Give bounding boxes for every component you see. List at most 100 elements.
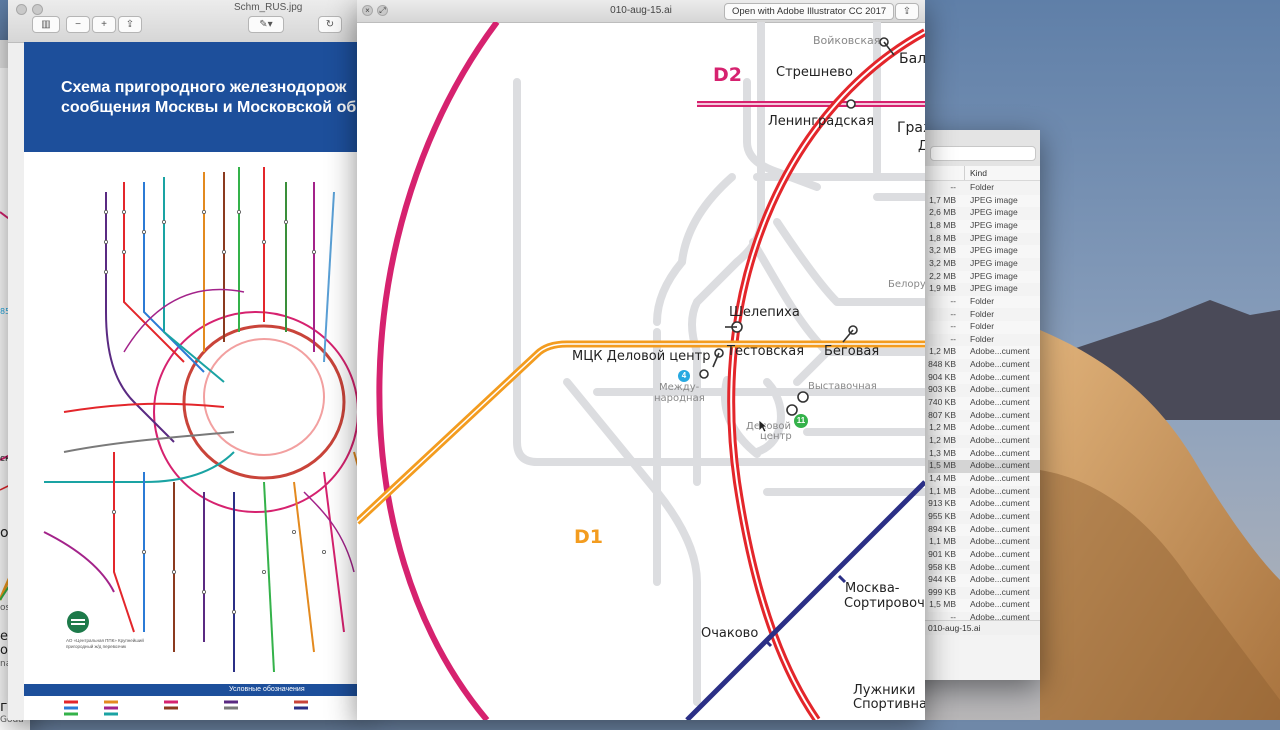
file-kind: JPEG image bbox=[970, 194, 1018, 205]
file-kind: Adobe...cument bbox=[970, 498, 1030, 509]
search-field[interactable] bbox=[930, 146, 1036, 161]
poster-footer-text: АО «Центральная ППК» Крупнейший пригород… bbox=[66, 638, 144, 649]
file-kind: Adobe...cument bbox=[970, 435, 1030, 445]
station-ochakovo: Очаково bbox=[701, 626, 759, 641]
file-kind: JPEG image bbox=[970, 283, 1018, 294]
finder-row[interactable]: 3,2 MB JPEG image bbox=[928, 245, 1040, 258]
finder-row[interactable]: 1,8 MB JPEG image bbox=[928, 219, 1040, 233]
close-button[interactable]: × bbox=[362, 5, 373, 16]
finder-row[interactable]: 1,1 MB Adobe...cument bbox=[928, 486, 1040, 499]
finder-row[interactable]: 807 KB Adobe...cument bbox=[928, 410, 1040, 423]
finder-row[interactable]: 955 KB Adobe...cument bbox=[928, 511, 1040, 524]
finder-row[interactable]: -- Folder bbox=[928, 295, 1040, 309]
finder-row[interactable]: 904 KB Adobe...cument bbox=[928, 371, 1040, 385]
finder-row[interactable]: 903 KB Adobe...cument bbox=[928, 384, 1040, 397]
minimize-button[interactable] bbox=[32, 4, 43, 15]
share-button[interactable]: ⇪ bbox=[895, 3, 919, 20]
finder-row[interactable]: 901 KB Adobe...cument bbox=[928, 548, 1040, 562]
file-size: -- bbox=[950, 182, 956, 192]
finder-row[interactable]: -- Folder bbox=[928, 309, 1040, 322]
suburban-rail-scheme bbox=[43, 167, 368, 673]
station-luzhniki-1: Лужники bbox=[853, 683, 916, 698]
poster: Схема пригородного железнодорож сообщени… bbox=[24, 42, 368, 720]
file-size: 1,3 MB bbox=[929, 447, 956, 458]
file-size: 1,4 MB bbox=[929, 472, 956, 483]
station-mezhdu-1: Между- bbox=[659, 382, 700, 393]
file-kind: JPEG image bbox=[970, 245, 1018, 256]
finder-row[interactable]: -- Folder bbox=[928, 321, 1040, 334]
finder-row[interactable]: 848 KB Adobe...cument bbox=[928, 359, 1040, 372]
finder-row[interactable]: 1,7 MB JPEG image bbox=[928, 194, 1040, 208]
file-kind: JPEG image bbox=[970, 270, 1018, 281]
finder-row[interactable]: 1,2 MB Adobe...cument bbox=[928, 435, 1040, 448]
station-voykovskaya: Войковская bbox=[813, 34, 881, 47]
file-kind: Adobe...cument bbox=[970, 485, 1030, 496]
fullscreen-button[interactable]: ⤢ bbox=[377, 5, 388, 16]
preview-window: ▥ − + ⇪ Schm_RUS.jpg ✎▾ ↻ Схема пригород… bbox=[8, 0, 368, 720]
finder-row[interactable]: 1,2 MB Adobe...cument bbox=[928, 346, 1040, 360]
finder-file-list: -- Folder 1,7 MB JPEG image 2,6 MB JPEG image… bbox=[928, 182, 1040, 622]
d2-line-label: D2 bbox=[713, 64, 742, 86]
finder-row[interactable]: 958 KB Adobe...cument bbox=[928, 562, 1040, 575]
station-begovaya: Беговая bbox=[824, 344, 880, 359]
file-size: 944 KB bbox=[928, 574, 956, 585]
kind-column-header[interactable]: Kind bbox=[970, 168, 987, 178]
finder-row[interactable]: 1,3 MB Adobe...cument bbox=[928, 447, 1040, 461]
file-size: 1,1 MB bbox=[929, 536, 956, 547]
file-size: 894 KB bbox=[928, 523, 956, 534]
file-kind: Adobe...cument bbox=[970, 510, 1030, 521]
file-kind: Adobe...cument bbox=[970, 384, 1030, 395]
preview-titlebar: ▥ − + ⇪ Schm_RUS.jpg ✎▾ ↻ bbox=[8, 0, 368, 43]
station-leningradskaya: Ленинградская bbox=[768, 114, 875, 129]
file-kind: Adobe...cument bbox=[970, 460, 1030, 471]
finder-row[interactable]: 944 KB Adobe...cument bbox=[928, 574, 1040, 587]
open-with-illustrator-button[interactable]: Open with Adobe Illustrator CC 2017 bbox=[724, 3, 895, 20]
finder-row[interactable]: 3,2 MB JPEG image bbox=[928, 258, 1040, 271]
file-size: 1,5 MB bbox=[929, 460, 956, 471]
file-size: 1,5 MB bbox=[929, 599, 956, 610]
finder-row[interactable]: 1,4 MB Adobe...cument bbox=[928, 472, 1040, 486]
zoom-out-button[interactable]: − bbox=[66, 16, 90, 33]
quicklook-window: × ⤢ 010-aug-15.ai Open with Adobe Illust… bbox=[357, 0, 925, 720]
file-kind: Adobe...cument bbox=[970, 548, 1030, 559]
legend-bar bbox=[24, 684, 368, 696]
poster-header bbox=[24, 42, 368, 152]
file-kind: JPEG image bbox=[970, 232, 1018, 243]
file-kind: Adobe...cument bbox=[970, 397, 1030, 408]
finder-row[interactable]: -- Folder bbox=[928, 334, 1040, 347]
finder-row[interactable]: 1,2 MB Adobe...cument bbox=[928, 422, 1040, 435]
finder-row[interactable]: 740 KB Adobe...cument bbox=[928, 397, 1040, 410]
close-button[interactable] bbox=[16, 4, 27, 15]
file-kind: Adobe...cument bbox=[970, 523, 1030, 534]
file-size: 1,2 MB bbox=[929, 435, 956, 445]
finder-row[interactable]: 1,5 MB Adobe...cument bbox=[928, 460, 1040, 473]
station-belor: Белору bbox=[888, 279, 925, 290]
markup-button[interactable]: ✎▾ bbox=[248, 16, 284, 33]
sidebar-toggle-button[interactable]: ▥ bbox=[32, 16, 60, 33]
file-size: 904 KB bbox=[928, 371, 956, 382]
finder-row[interactable]: 2,6 MB JPEG image bbox=[928, 207, 1040, 220]
finder-row[interactable]: 2,2 MB JPEG image bbox=[928, 270, 1040, 284]
station-mezhdu-2: народная bbox=[654, 393, 705, 404]
station-moskva-sort-2: Сортировоч bbox=[844, 596, 925, 611]
finder-row[interactable]: 894 KB Adobe...cument bbox=[928, 523, 1040, 537]
file-size: 848 KB bbox=[928, 359, 956, 370]
d1-line-label: D1 bbox=[574, 526, 603, 548]
zoom-in-button[interactable]: + bbox=[92, 16, 116, 33]
legend-swatches bbox=[64, 700, 308, 716]
finder-row[interactable]: 1,1 MB Adobe...cument bbox=[928, 536, 1040, 549]
finder-row[interactable]: 913 KB Adobe...cument bbox=[928, 498, 1040, 511]
file-size: 1,1 MB bbox=[929, 485, 956, 496]
rotate-button[interactable]: ↻ bbox=[318, 16, 342, 33]
share-button[interactable]: ⇪ bbox=[118, 16, 142, 33]
station-bal: Бал bbox=[899, 51, 925, 67]
legend-title: Условные обозначения bbox=[229, 686, 305, 693]
poster-title-line-1: Схема пригородного железнодорож bbox=[61, 79, 347, 96]
finder-row[interactable]: 1,9 MB JPEG image bbox=[928, 283, 1040, 296]
finder-row[interactable]: 1,8 MB JPEG image bbox=[928, 233, 1040, 246]
finder-row[interactable]: -- Folder bbox=[928, 182, 1040, 195]
finder-row[interactable]: 999 KB Adobe...cument bbox=[928, 587, 1040, 600]
finder-row[interactable]: 1,5 MB Adobe...cument bbox=[928, 599, 1040, 613]
file-kind: Adobe...cument bbox=[970, 346, 1030, 357]
station-d-letter: Д bbox=[918, 139, 925, 154]
